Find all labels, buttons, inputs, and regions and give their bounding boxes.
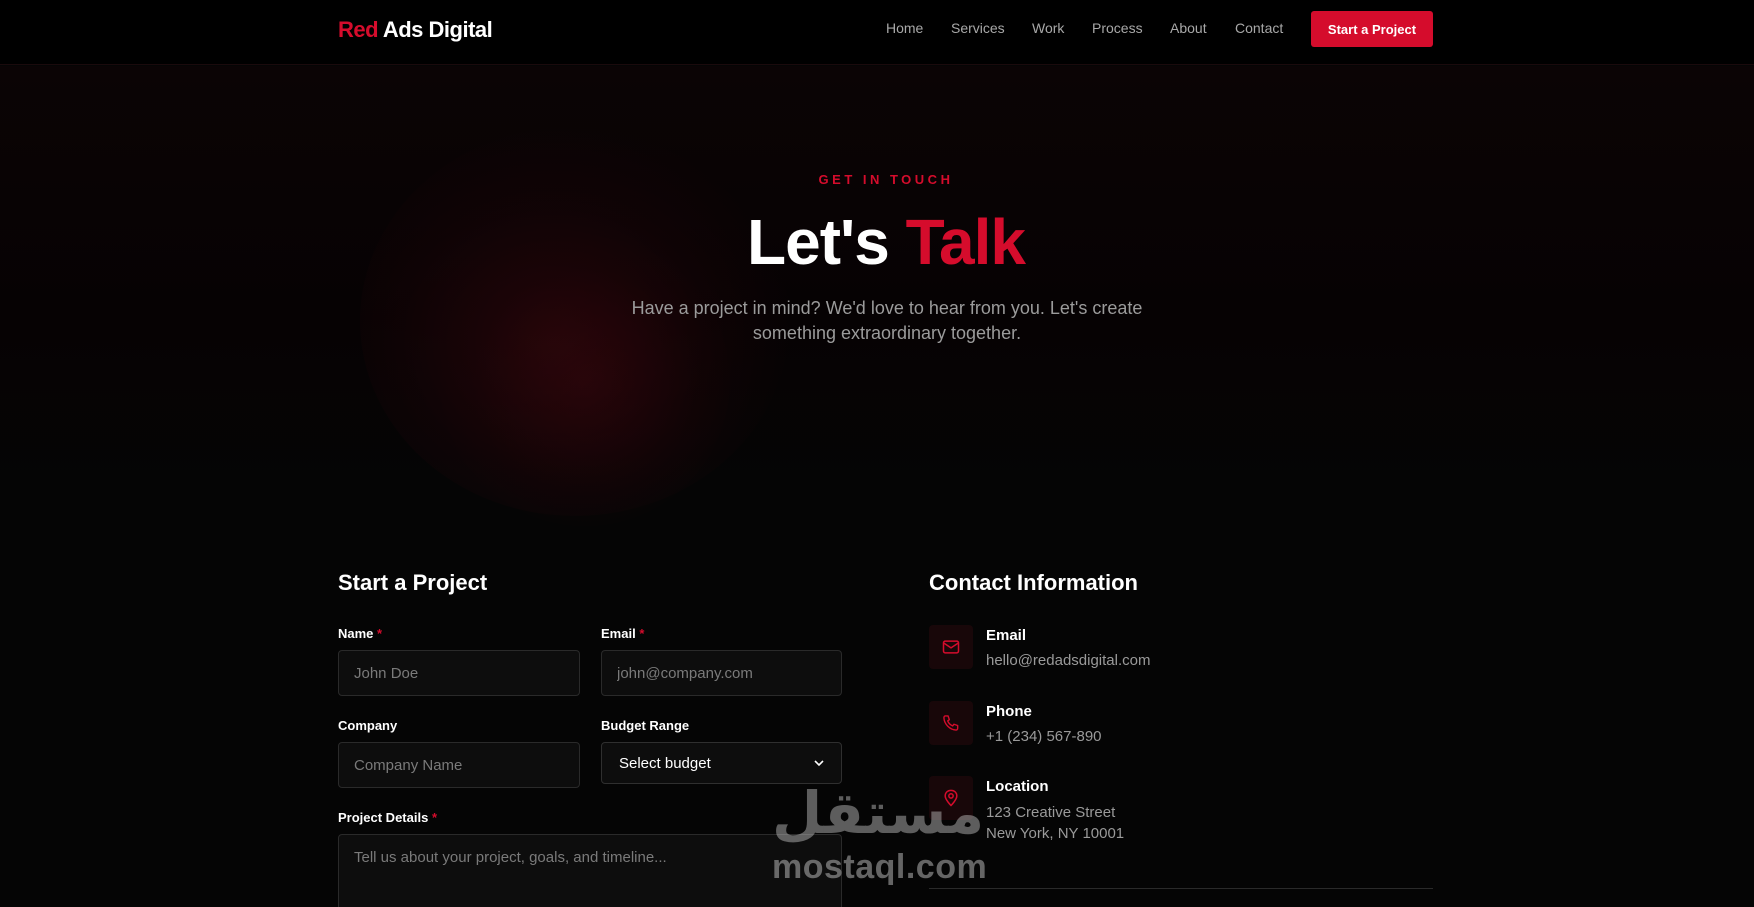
nav-link-process[interactable]: Process [1092, 20, 1143, 36]
name-label: Name * [338, 626, 382, 641]
contact-location-title: Location [986, 778, 1049, 795]
contact-divider [929, 888, 1433, 889]
mail-icon [942, 640, 960, 654]
email-icon-box [929, 625, 973, 669]
hero-subtitle: Have a project in mind? We'd love to hea… [631, 298, 1143, 343]
nav-link-home[interactable]: Home [886, 20, 923, 36]
title-white-part: Let's [747, 206, 906, 278]
contact-info-title: Contact Information [929, 570, 1138, 595]
contact-location-line1: 123 Creative Street [986, 804, 1116, 821]
budget-select[interactable]: Select budget [601, 742, 842, 784]
start-project-button[interactable]: Start a Project [1311, 11, 1433, 47]
brand-white-part: Ads Digital [378, 17, 493, 42]
email-label: Email * [601, 626, 644, 641]
contact-phone-title: Phone [986, 703, 1032, 720]
name-label-text: Name [338, 626, 374, 641]
required-mark: * [377, 626, 383, 641]
email-input[interactable] [601, 650, 842, 696]
nav-link-about[interactable]: About [1170, 20, 1207, 36]
required-mark: * [431, 810, 438, 825]
phone-icon-box [929, 701, 973, 745]
nav-link-services[interactable]: Services [951, 20, 1005, 36]
company-input[interactable] [338, 742, 580, 788]
mostaql-watermark-latin: mostaql.com [772, 848, 988, 886]
name-input[interactable] [338, 650, 580, 696]
nav-link-contact[interactable]: Contact [1235, 20, 1283, 36]
top-navbar: Red Ads Digital Home Services Work Proce… [0, 0, 1754, 65]
form-title: Start a Project [338, 570, 488, 595]
project-details-textarea[interactable]: Tell us about your project, goals, and t… [338, 834, 842, 907]
hero-eyebrow: GET IN TOUCH [818, 172, 954, 187]
hero-background-orb [440, 236, 730, 526]
budget-selected-value: Select budget [619, 754, 711, 772]
email-label-text: Email [601, 626, 636, 641]
details-label-text: Project Details [338, 810, 429, 825]
contact-email-title: Email [986, 627, 1027, 644]
details-label: Project Details * [338, 810, 437, 825]
brand-logo[interactable]: Red Ads Digital [338, 17, 493, 43]
nav-link-work[interactable]: Work [1032, 20, 1064, 36]
chevron-down-icon [814, 760, 824, 767]
budget-label: Budget Range [601, 718, 690, 733]
mostaql-watermark-arabic: مستقل [772, 779, 985, 847]
page-title: Let's Talk [0, 205, 1754, 279]
contact-phone-value[interactable]: +1 (234) 567-890 [986, 726, 1102, 747]
contact-email-value[interactable]: hello@redadsdigital.com [986, 650, 1150, 671]
title-red-part: Talk [905, 206, 1026, 278]
phone-icon [943, 715, 959, 731]
contact-location-line2: New York, NY 10001 [986, 825, 1125, 842]
company-label: Company [338, 718, 398, 733]
required-mark: * [639, 626, 645, 641]
brand-red-part: Red [338, 17, 379, 42]
